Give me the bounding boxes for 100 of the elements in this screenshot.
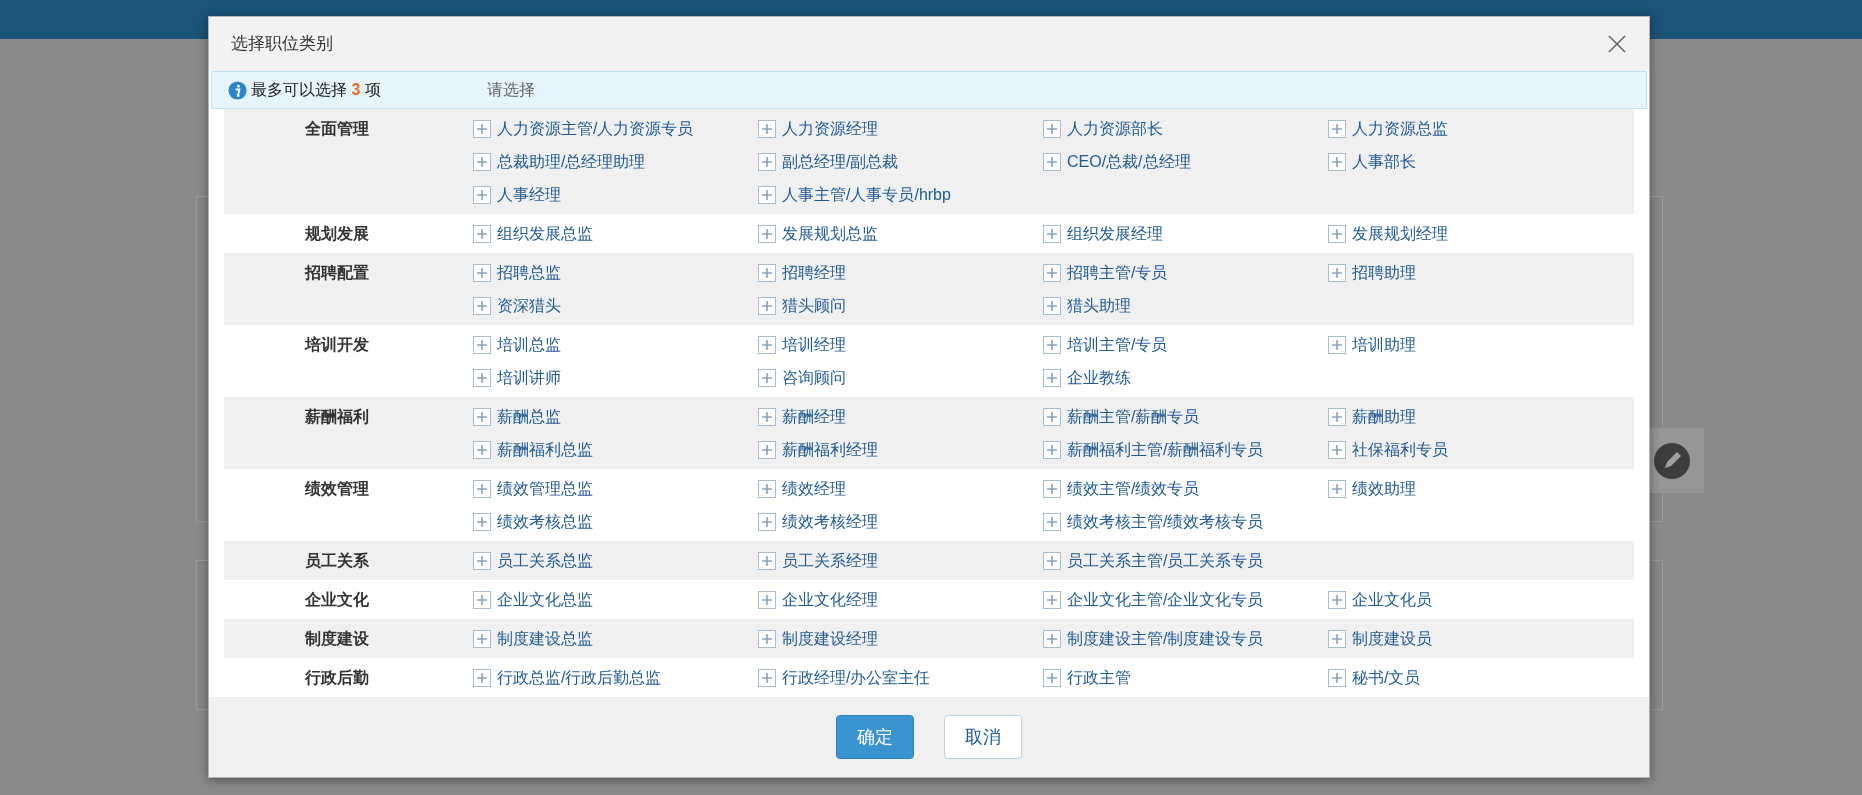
selection-field[interactable]: 请选择 — [487, 78, 535, 102]
job-option[interactable]: 绩效考核经理 — [758, 509, 878, 534]
plus-icon — [758, 368, 776, 387]
plus-icon — [1043, 590, 1061, 609]
job-option[interactable]: 人力资源总监 — [1328, 116, 1448, 141]
job-option[interactable]: 发展规划经理 — [1328, 221, 1448, 246]
plus-icon — [758, 296, 776, 315]
job-option[interactable]: 人力资源经理 — [758, 116, 878, 141]
job-option[interactable]: 行政经理/办公室主任 — [758, 665, 931, 690]
category-label: 行政后勤 — [304, 668, 370, 688]
plus-icon — [1043, 368, 1061, 387]
plus-icon — [473, 296, 491, 315]
job-option[interactable]: 薪酬主管/薪酬专员 — [1043, 404, 1200, 429]
plus-icon — [758, 119, 776, 138]
job-option[interactable]: 人事部长 — [1328, 149, 1416, 174]
job-option[interactable]: 绩效考核总监 — [473, 509, 593, 534]
plus-icon — [473, 629, 491, 648]
job-option[interactable]: 培训讲师 — [473, 365, 561, 390]
plus-icon — [1328, 407, 1346, 426]
plus-icon — [1328, 590, 1346, 609]
job-option[interactable]: 培训助理 — [1328, 332, 1416, 357]
job-option[interactable]: 薪酬经理 — [758, 404, 846, 429]
job-option[interactable]: 企业文化经理 — [758, 587, 878, 612]
dialog-title: 选择职位类别 — [231, 33, 333, 56]
job-option[interactable]: 猎头助理 — [1043, 293, 1131, 318]
plus-icon — [473, 551, 491, 570]
job-option[interactable]: 副总经理/副总裁 — [758, 149, 899, 174]
job-option[interactable]: 招聘总监 — [473, 260, 561, 285]
job-option[interactable]: 员工关系主管/员工关系专员 — [1043, 548, 1264, 573]
job-option[interactable]: 社保福利专员 — [1328, 437, 1448, 462]
job-option[interactable]: 薪酬福利主管/薪酬福利专员 — [1043, 437, 1264, 462]
job-option[interactable]: 人力资源部长 — [1043, 116, 1163, 141]
job-option[interactable]: 培训主管/专员 — [1043, 332, 1168, 357]
job-option[interactable]: 企业教练 — [1043, 365, 1131, 390]
job-option[interactable]: 制度建设主管/制度建设专员 — [1043, 626, 1264, 651]
category-label: 全面管理 — [304, 119, 370, 139]
plus-icon — [1043, 668, 1061, 687]
plus-icon — [1328, 668, 1346, 687]
plus-icon — [1043, 335, 1061, 354]
plus-icon — [473, 590, 491, 609]
job-option[interactable]: 组织发展经理 — [1043, 221, 1163, 246]
job-option[interactable]: 绩效助理 — [1328, 476, 1416, 501]
job-option[interactable]: 制度建设员 — [1328, 626, 1432, 651]
job-option[interactable]: 培训总监 — [473, 332, 561, 357]
plus-icon — [758, 590, 776, 609]
job-option[interactable]: 绩效考核主管/绩效考核专员 — [1043, 509, 1264, 534]
job-option[interactable]: 员工关系经理 — [758, 548, 878, 573]
plus-icon — [1043, 296, 1061, 315]
plus-icon — [1328, 224, 1346, 243]
job-option[interactable]: 秘书/文员 — [1328, 665, 1421, 690]
close-icon[interactable] — [1607, 34, 1627, 54]
plus-icon — [473, 119, 491, 138]
job-option[interactable]: 绩效经理 — [758, 476, 846, 501]
job-option[interactable]: 总裁助理/总经理助理 — [473, 149, 646, 174]
job-option[interactable]: 猎头顾问 — [758, 293, 846, 318]
job-option[interactable]: 资深猎头 — [473, 293, 561, 318]
job-option[interactable]: 培训经理 — [758, 332, 846, 357]
job-option[interactable]: 制度建设总监 — [473, 626, 593, 651]
plus-icon — [758, 407, 776, 426]
job-option[interactable]: 招聘助理 — [1328, 260, 1416, 285]
job-option[interactable]: 薪酬福利总监 — [473, 437, 593, 462]
category-label: 企业文化 — [304, 590, 370, 610]
job-option[interactable]: 薪酬助理 — [1328, 404, 1416, 429]
job-option[interactable]: 咨询顾问 — [758, 365, 846, 390]
job-option[interactable]: 发展规划总监 — [758, 221, 878, 246]
job-option[interactable]: 企业文化员 — [1328, 587, 1432, 612]
job-option[interactable]: CEO/总裁/总经理 — [1043, 149, 1191, 174]
category-label: 制度建设 — [304, 629, 370, 649]
job-option[interactable]: 薪酬总监 — [473, 404, 561, 429]
plus-icon — [473, 224, 491, 243]
job-option[interactable]: 行政总监/行政后勤总监 — [473, 665, 662, 690]
plus-icon — [473, 335, 491, 354]
plus-icon — [758, 479, 776, 498]
job-option[interactable]: 组织发展总监 — [473, 221, 593, 246]
job-option[interactable]: 行政主管 — [1043, 665, 1131, 690]
job-option[interactable]: 人力资源主管/人力资源专员 — [473, 116, 694, 141]
selection-limit-text: 最多可以选择 3 项 — [251, 80, 382, 100]
job-option[interactable]: 薪酬福利经理 — [758, 437, 878, 462]
plus-icon — [473, 440, 491, 459]
job-option[interactable]: 招聘经理 — [758, 260, 846, 285]
job-option[interactable]: 制度建设经理 — [758, 626, 878, 651]
plus-icon — [473, 407, 491, 426]
plus-icon — [758, 668, 776, 687]
job-option[interactable]: 人事主管/人事专员/hrbp — [758, 182, 951, 207]
confirm-button[interactable]: 确定 — [836, 715, 914, 759]
plus-icon — [473, 263, 491, 282]
cancel-button[interactable]: 取消 — [944, 715, 1022, 759]
plus-icon — [1328, 479, 1346, 498]
job-option[interactable]: 员工关系总监 — [473, 548, 593, 573]
job-option[interactable]: 企业文化主管/企业文化专员 — [1043, 587, 1264, 612]
job-option[interactable]: 绩效主管/绩效专员 — [1043, 476, 1200, 501]
job-option[interactable]: 企业文化总监 — [473, 587, 593, 612]
plus-icon — [473, 668, 491, 687]
plus-icon — [758, 629, 776, 648]
plus-icon — [1043, 224, 1061, 243]
job-option[interactable]: 绩效管理总监 — [473, 476, 593, 501]
job-option[interactable]: 招聘主管/专员 — [1043, 260, 1168, 285]
plus-icon — [758, 512, 776, 531]
plus-icon — [758, 224, 776, 243]
job-option[interactable]: 人事经理 — [473, 182, 561, 207]
